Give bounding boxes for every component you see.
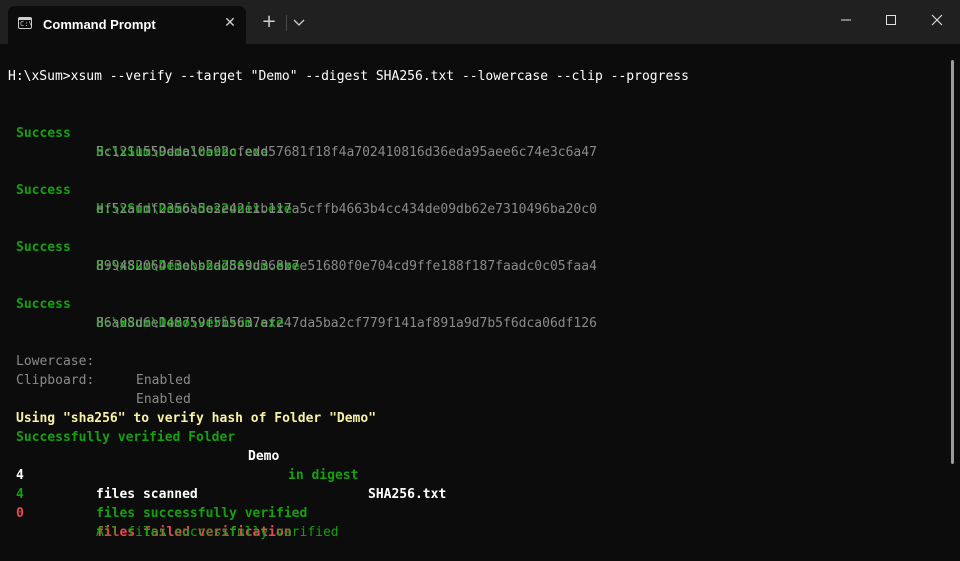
chevron-down-icon[interactable]: [290, 12, 308, 32]
hash-row: 899482064f3ebb2dd8a9d368b7e51680f0e704cd…: [8, 238, 597, 274]
command-line: H:\xSum>xsum --verify --target "Demo" --…: [8, 69, 689, 84]
tab-divider: [286, 15, 287, 31]
verified-digest-file: SHA256.txt: [368, 487, 447, 502]
entry-row: Success H:\xSum\Demo\sha256sum.exe: [8, 219, 300, 274]
final-message-row: All files successfully verified: [8, 504, 339, 540]
setting-label: Clipboard:: [16, 373, 95, 388]
using-hash-text: Using "sha256" to verify hash of Folder …: [16, 411, 377, 426]
terminal-output[interactable]: H:\xSum>xsum --verify --target "Demo" --…: [0, 44, 948, 550]
close-tab-icon[interactable]: ✕: [222, 15, 238, 31]
setting-row-clipboard: Clipboard: Enabled: [8, 352, 191, 407]
terminal-window: C:\ Command Prompt ✕ + H:\xSum>xsum --ve…: [0, 0, 960, 550]
hash-row: ef52afdf2356a5e2e42e1b117a5cffb4663b4cc4…: [8, 181, 597, 217]
verified-folder: Demo: [248, 449, 280, 464]
command-prompt-icon: C:\: [18, 17, 33, 29]
close-window-button[interactable]: [914, 0, 960, 40]
tab-title: Command Prompt: [43, 17, 156, 32]
summary-text: files scanned: [96, 487, 198, 502]
new-tab-button[interactable]: +: [259, 12, 279, 32]
maximize-button[interactable]: [868, 0, 914, 40]
final-message: All files successfully verified: [96, 525, 339, 540]
setting-row-lowercase: Lowercase: Enabled: [8, 333, 191, 388]
entry-row: Success H:\xSum\Demo\verisum.exe: [8, 276, 284, 331]
entry-row: Success H:\xSum\Demo\dos2unix.exe: [8, 162, 292, 217]
verified-text: Successfully verified Folder: [16, 430, 236, 445]
hash-row: 5c1211559dda10592cfedd57681f18f4a7024108…: [8, 124, 597, 160]
verified-text-digest: in digest: [288, 468, 359, 483]
summary-text: files successfully verified: [96, 506, 308, 521]
file-hash: 5c1211559dda10592cfedd57681f18f4a7024108…: [96, 145, 597, 160]
file-hash: 86a08d6e148759f5b5637af247da5ba2cf779f14…: [96, 316, 597, 331]
setting-value: Enabled: [136, 392, 191, 407]
summary-row-verified: 4 files successfully verified: [8, 466, 307, 521]
hash-row: 86a08d6e148759f5b5637af247da5ba2cf779f14…: [8, 295, 597, 331]
tab-command-prompt[interactable]: C:\ Command Prompt ✕: [8, 6, 246, 44]
vertical-scrollbar[interactable]: [951, 60, 954, 464]
entry-row: Success H:\xSum\Demo\cecho.exe: [8, 105, 268, 160]
title-bar[interactable]: C:\ Command Prompt ✕ +: [0, 0, 960, 44]
minimize-button[interactable]: [823, 0, 869, 40]
verified-line: Successfully verified Folder Demo in dig…: [8, 409, 446, 502]
using-hash-line: Using "sha256" to verify hash of Folder …: [8, 390, 376, 426]
file-hash: ef52afdf2356a5e2e42e1b117a5cffb4663b4cc4…: [96, 202, 597, 217]
summary-row-scanned: 4 files scanned: [8, 447, 198, 502]
summary-row-failed: 0 files failed verification: [8, 485, 292, 540]
file-hash: 899482064f3ebb2dd8a9d368b7e51680f0e704cd…: [96, 259, 597, 274]
setting-value: Enabled: [136, 373, 191, 388]
